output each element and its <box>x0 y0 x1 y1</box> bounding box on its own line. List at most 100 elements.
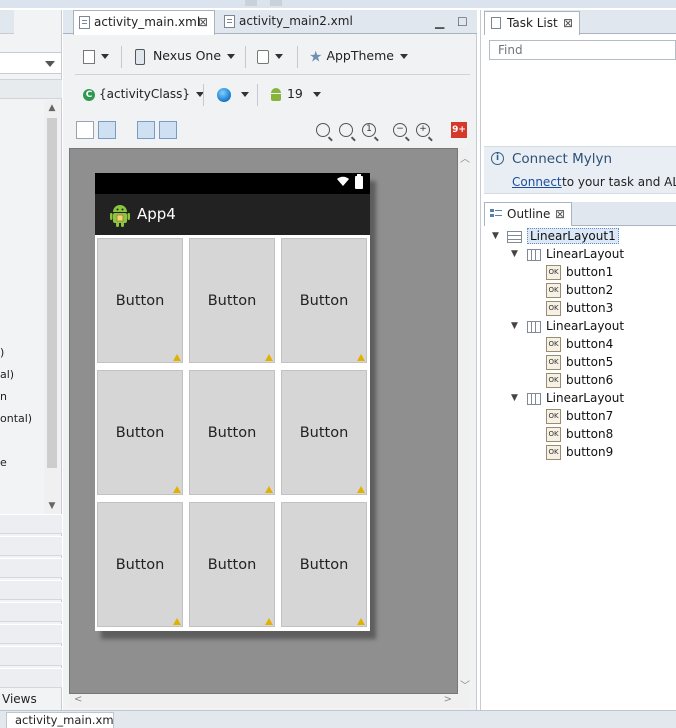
locale-dropdown[interactable] <box>217 80 249 108</box>
outline-node-button[interactable]: OK button9 <box>546 443 613 461</box>
close-icon[interactable]: ⊠ <box>198 11 208 33</box>
outline-node-layout[interactable]: LinearLayout <box>527 245 624 263</box>
button-label: Button <box>115 425 165 441</box>
fill-height-button[interactable] <box>159 121 177 139</box>
palette-category[interactable] <box>0 558 62 578</box>
close-icon[interactable]: ⊠ <box>563 12 573 34</box>
collapse-icon[interactable]: ▼ <box>511 321 521 331</box>
palette-category-header[interactable] <box>0 79 62 99</box>
palette-category-views[interactable]: Views <box>0 690 62 708</box>
device-label: Nexus One <box>152 48 222 63</box>
api-level-dropdown[interactable]: 19 <box>269 80 321 108</box>
outline-node-layout[interactable]: LinearLayout <box>527 389 624 407</box>
outline-node-button[interactable]: OK button4 <box>546 335 613 353</box>
zoom-out-icon[interactable]: − <box>393 123 407 137</box>
tab-task-list[interactable]: Task List ⊠ <box>484 11 580 35</box>
scroll-left-icon[interactable]: < <box>74 694 82 705</box>
outline-node-button[interactable]: OK button7 <box>546 407 613 425</box>
palette-item-fragment[interactable]: ontal) <box>0 412 32 425</box>
button-8[interactable]: Button <box>189 502 275 627</box>
palette-category[interactable] <box>0 624 62 644</box>
tab-outline[interactable]: Outline ⊠ <box>484 202 572 226</box>
battery-icon <box>355 174 363 189</box>
palette-category[interactable] <box>0 580 62 600</box>
button-4[interactable]: Button <box>97 370 183 495</box>
button-9[interactable]: Button <box>281 502 367 627</box>
button-widget-icon: OK <box>546 373 561 388</box>
canvas-horizontal-scrollbar[interactable]: < > <box>69 694 470 708</box>
outline-icon <box>490 208 502 220</box>
scroll-down-icon[interactable]: ﹀ <box>460 677 470 692</box>
button-3[interactable]: Button <box>281 238 367 363</box>
button-6[interactable]: Button <box>281 370 367 495</box>
zoom-real-icon[interactable] <box>339 123 353 137</box>
button-5[interactable]: Button <box>189 370 275 495</box>
activity-dropdown[interactable]: C {activityClass} <box>83 80 205 108</box>
button-widget-icon: OK <box>546 283 561 298</box>
button-label: Button <box>207 293 257 309</box>
scroll-right-icon[interactable]: > <box>444 694 452 705</box>
outline-node-button[interactable]: OK button8 <box>546 425 613 443</box>
node-label: LinearLayout <box>546 391 625 405</box>
collapse-icon[interactable]: ▼ <box>511 249 521 259</box>
orientation-dropdown[interactable] <box>257 42 283 70</box>
palette-category[interactable] <box>0 514 62 534</box>
tab-label: activity_main2.xml <box>239 14 353 28</box>
collapse-icon[interactable]: ▼ <box>492 231 502 241</box>
button-7[interactable]: Button <box>97 502 183 627</box>
outline-node-button[interactable]: OK button3 <box>546 299 613 317</box>
button-1[interactable]: Button <box>97 238 183 363</box>
connect-link[interactable]: Connect <box>512 175 562 189</box>
palette-category[interactable] <box>0 602 62 622</box>
outline-node-button[interactable]: OK button5 <box>546 353 613 371</box>
outline-node-layout[interactable]: LinearLayout <box>527 317 624 335</box>
scroll-thumb[interactable] <box>47 118 57 468</box>
button-widget-icon: OK <box>546 265 561 280</box>
palette-item-fragment[interactable]: al) <box>0 368 14 381</box>
zoom-fit-icon[interactable] <box>316 123 330 137</box>
scroll-down-icon[interactable]: ▼ <box>47 501 57 511</box>
collapse-icon[interactable]: ▼ <box>511 393 521 403</box>
minimize-icon[interactable]: ▁ <box>435 15 444 29</box>
find-input[interactable] <box>489 40 676 60</box>
button-label: Button <box>299 557 349 573</box>
star-icon: ★ <box>309 47 323 66</box>
palette-item-fragment[interactable]: ) <box>0 346 4 359</box>
theme-dropdown[interactable]: ★ AppTheme <box>309 42 408 70</box>
palette-category[interactable] <box>0 646 62 666</box>
layout-horizontal-button[interactable] <box>98 121 116 139</box>
outline-node-button[interactable]: OK button6 <box>546 371 613 389</box>
palette-item-fragment[interactable]: n <box>0 390 7 403</box>
zoom-100-icon[interactable]: 1 <box>362 123 376 137</box>
maximize-icon[interactable]: ☐ <box>457 15 468 29</box>
outline-node-root[interactable]: LinearLayout1 <box>507 227 619 245</box>
device-dropdown[interactable]: Nexus One <box>135 42 236 70</box>
config-dropdown[interactable] <box>83 42 109 70</box>
close-icon[interactable]: ⊠ <box>555 203 565 225</box>
fill-width-button[interactable] <box>137 121 155 139</box>
node-label: LinearLayout <box>546 319 625 333</box>
palette-category[interactable] <box>0 668 62 688</box>
zoom-in-icon[interactable]: + <box>416 123 430 137</box>
button-label: Button <box>115 293 165 309</box>
tab-activity-main-bottom[interactable]: activity_main.xml <box>6 712 114 728</box>
palette-filter-dropdown[interactable] <box>0 52 62 74</box>
button-2[interactable]: Button <box>189 238 275 363</box>
linear-layout-icon <box>527 392 541 405</box>
outline-node-button[interactable]: OK button1 <box>546 263 613 281</box>
scroll-up-icon[interactable]: ▲ <box>47 103 57 113</box>
tab-activity-main2[interactable]: activity_main2.xml <box>219 10 369 34</box>
scroll-up-icon[interactable]: ︿ <box>460 150 470 165</box>
tab-activity-main[interactable]: activity_main.xml ⊠ <box>73 10 215 35</box>
toolbar-fragment <box>245 0 257 6</box>
palette-tab[interactable] <box>0 10 14 34</box>
palette-scrollbar[interactable]: ▲ ▼ <box>44 100 60 514</box>
warning-icon <box>357 618 365 625</box>
layout-vertical-button[interactable] <box>76 121 94 139</box>
palette-category[interactable] <box>0 536 62 556</box>
document-icon <box>83 49 95 64</box>
canvas-vertical-scrollbar[interactable]: ︿ ﹀ <box>458 148 470 694</box>
palette-item-fragment[interactable]: e <box>0 456 7 469</box>
error-badge[interactable]: 9+ <box>451 122 467 138</box>
outline-node-button[interactable]: OK button2 <box>546 281 613 299</box>
